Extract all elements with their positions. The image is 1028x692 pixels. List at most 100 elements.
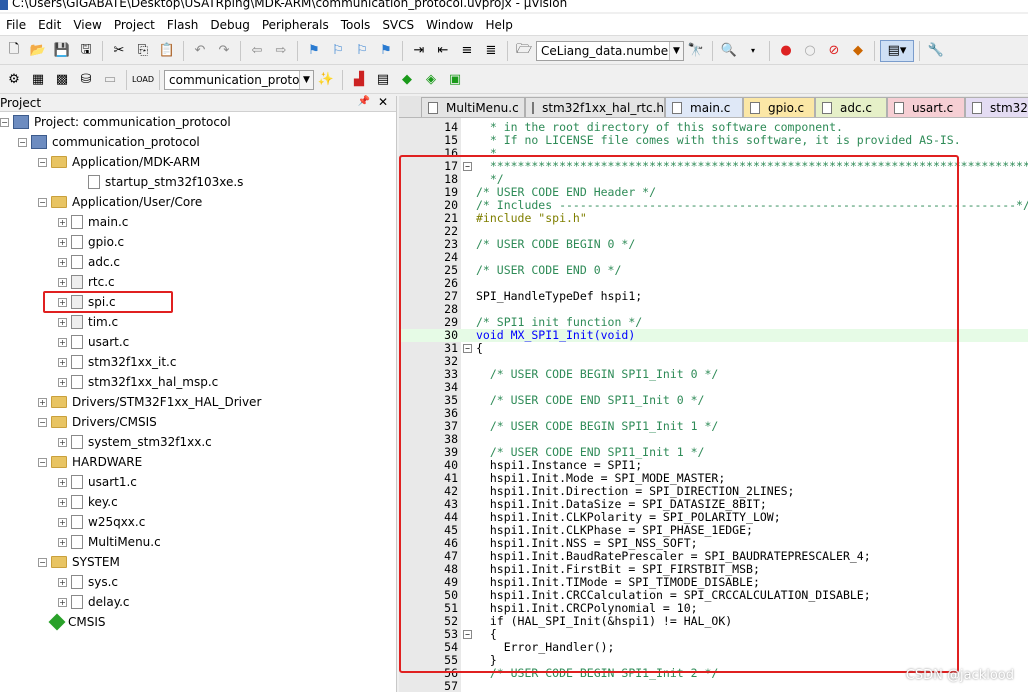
expand-icon[interactable]: +: [58, 277, 67, 287]
collapse-icon[interactable]: −: [18, 137, 27, 147]
expand-icon[interactable]: +: [58, 597, 67, 607]
tree-file-gpio-c[interactable]: + gpio.c: [58, 232, 124, 252]
tree-file-main-c[interactable]: + main.c: [58, 212, 128, 232]
collapse-icon[interactable]: −: [38, 557, 47, 567]
target-combo[interactable]: communication_protoco ▼: [164, 69, 314, 90]
collapse-icon[interactable]: −: [38, 457, 47, 467]
unindent-icon[interactable]: ⇤: [432, 40, 454, 62]
collapse-icon[interactable]: −: [38, 157, 47, 167]
pack-installer-icon[interactable]: ◈: [420, 69, 442, 91]
debug-dropdown-icon[interactable]: ▾: [742, 40, 764, 62]
comment-icon[interactable]: ≡: [456, 40, 478, 62]
tree-file-adc-c[interactable]: + adc.c: [58, 252, 120, 272]
target-options-icon[interactable]: ✨: [315, 69, 337, 91]
code-line[interactable]: 23/* USER CODE BEGIN 0 */: [399, 238, 1028, 251]
debug-session-icon[interactable]: 🔍: [718, 40, 740, 62]
chevron-down-icon[interactable]: ▼: [669, 41, 683, 60]
nav-back-icon[interactable]: ⇦: [246, 40, 268, 62]
collapse-icon[interactable]: −: [0, 117, 9, 127]
breakpoint-icon[interactable]: ●: [775, 40, 797, 62]
cut-icon[interactable]: ✂: [108, 40, 130, 62]
chevron-down-icon[interactable]: ▼: [299, 70, 313, 89]
expand-icon[interactable]: +: [58, 497, 67, 507]
next-bookmark-icon[interactable]: ⚐: [351, 40, 373, 62]
prev-bookmark-icon[interactable]: ⚐: [327, 40, 349, 62]
tree-file-usart-c[interactable]: + usart.c: [58, 332, 129, 352]
tree-file-usart1-c[interactable]: + usart1.c: [58, 472, 137, 492]
expand-icon[interactable]: +: [58, 477, 67, 487]
tree-group[interactable]: − SYSTEM: [38, 552, 120, 572]
tree-file-tim-c[interactable]: + tim.c: [58, 312, 118, 332]
find-combo[interactable]: CeLiang_data.number ▼: [536, 40, 684, 61]
menu-window[interactable]: Window: [420, 18, 479, 32]
tree-file-delay-c[interactable]: + delay.c: [58, 592, 130, 612]
tab-usart-c[interactable]: usart.c: [887, 97, 965, 117]
expand-icon[interactable]: +: [58, 537, 67, 547]
expand-icon[interactable]: +: [58, 337, 67, 347]
save-all-icon[interactable]: 🖫: [75, 40, 97, 62]
stop-build-icon[interactable]: ▭: [99, 69, 121, 91]
tree-file-startup_stm32f103xe-s[interactable]: startup_stm32f103xe.s: [75, 172, 243, 192]
tree-group[interactable]: − HARDWARE: [38, 452, 142, 472]
expand-icon[interactable]: +: [58, 317, 67, 327]
select-device-icon[interactable]: ▣: [444, 69, 466, 91]
configure-icon[interactable]: 🔧: [925, 40, 947, 62]
tree-file-w25qxx-c[interactable]: + w25qxx.c: [58, 512, 145, 532]
manage-rte-icon[interactable]: ◆: [396, 69, 418, 91]
menu-view[interactable]: View: [67, 18, 107, 32]
nav-forward-icon[interactable]: ⇨: [270, 40, 292, 62]
tab-stm32[interactable]: stm32: [965, 97, 1028, 117]
tab-main-c[interactable]: main.c: [665, 97, 743, 117]
expand-icon[interactable]: +: [58, 237, 67, 247]
menu-edit[interactable]: Edit: [32, 18, 67, 32]
fold-toggle-icon[interactable]: −: [463, 162, 472, 171]
tree-file-stm32f1xx_hal_msp-c[interactable]: + stm32f1xx_hal_msp.c: [58, 372, 218, 392]
expand-icon[interactable]: +: [58, 577, 67, 587]
bookmark-icon[interactable]: ⚑: [303, 40, 325, 62]
uncomment-icon[interactable]: ≣: [480, 40, 502, 62]
expand-icon[interactable]: +: [58, 377, 67, 387]
undo-icon[interactable]: ↶: [189, 40, 211, 62]
fold-toggle-icon[interactable]: −: [463, 630, 472, 639]
tab-multimenu-c[interactable]: MultiMenu.c: [421, 97, 525, 117]
tree-file-stm32f1xx_it-c[interactable]: + stm32f1xx_it.c: [58, 352, 176, 372]
collapse-icon[interactable]: −: [38, 417, 47, 427]
tree-group[interactable]: − Application/User/Core: [38, 192, 202, 212]
menu-peripherals[interactable]: Peripherals: [256, 18, 335, 32]
tree-group[interactable]: − Drivers/CMSIS: [38, 412, 157, 432]
expand-icon[interactable]: +: [58, 357, 67, 367]
find-in-files-icon[interactable]: 🗁: [513, 40, 535, 62]
code-editor[interactable]: 14 * in the root directory of this softw…: [399, 118, 1028, 692]
expand-icon[interactable]: +: [38, 397, 47, 407]
save-icon[interactable]: 💾: [51, 40, 73, 62]
close-icon[interactable]: ✕: [378, 95, 388, 109]
tab-gpio-c[interactable]: gpio.c: [743, 97, 815, 117]
find-icon[interactable]: 🔭: [685, 40, 707, 62]
code-line[interactable]: 21 #include "spi.h": [399, 212, 1028, 225]
build-icon[interactable]: ▦: [27, 69, 49, 91]
tree-file-rtc-c[interactable]: + rtc.c: [58, 272, 115, 292]
copy-icon[interactable]: ⎘: [132, 40, 154, 62]
tree-file-sys-c[interactable]: + sys.c: [58, 572, 118, 592]
menu-file[interactable]: File: [0, 18, 32, 32]
load-icon[interactable]: LOAD: [132, 69, 154, 91]
code-line[interactable]: 33 /* USER CODE BEGIN SPI1_Init 0 */: [399, 368, 1028, 381]
clear-bookmarks-icon[interactable]: ⚑: [375, 40, 397, 62]
expand-icon[interactable]: +: [58, 257, 67, 267]
tree-file-key-c[interactable]: + key.c: [58, 492, 118, 512]
expand-icon[interactable]: +: [58, 217, 67, 227]
tab-stm32f1xx_hal_rtc-h[interactable]: stm32f1xx_hal_rtc.h: [525, 97, 665, 117]
indent-icon[interactable]: ⇥: [408, 40, 430, 62]
tree-cmsis-component[interactable]: CMSIS: [38, 612, 106, 632]
code-line[interactable]: 37 /* USER CODE BEGIN SPI1_Init 1 */: [399, 420, 1028, 433]
tree-file-MultiMenu-c[interactable]: + MultiMenu.c: [58, 532, 161, 552]
menu-debug[interactable]: Debug: [204, 18, 255, 32]
code-line[interactable]: 35 /* USER CODE END SPI1_Init 0 */: [399, 394, 1028, 407]
window-layout-icon[interactable]: ▤▾: [880, 39, 914, 62]
tree-file-system_stm32f1xx-c[interactable]: + system_stm32f1xx.c: [58, 432, 212, 452]
code-line[interactable]: 25/* USER CODE END 0 */: [399, 264, 1028, 277]
expand-icon[interactable]: +: [58, 517, 67, 527]
paste-icon[interactable]: 📋: [156, 40, 178, 62]
kill-breakpoints-icon[interactable]: ⊘: [823, 40, 845, 62]
expand-icon[interactable]: +: [58, 437, 67, 447]
